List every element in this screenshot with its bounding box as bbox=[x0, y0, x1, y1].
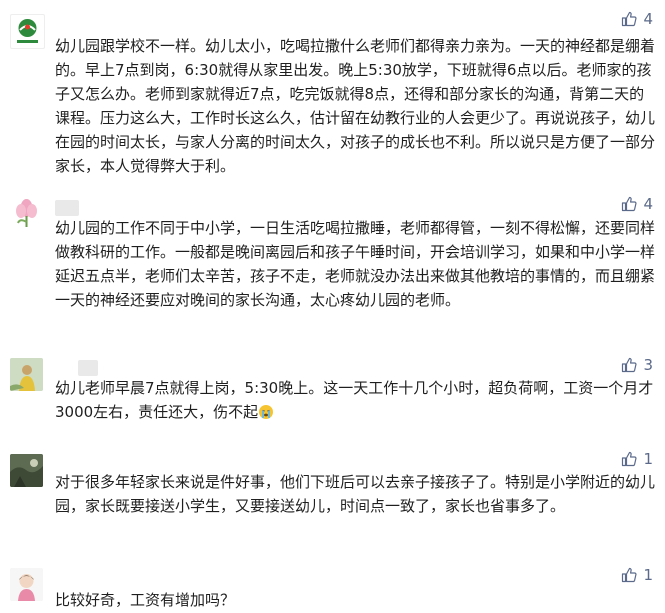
comment-text: 对于很多年轻家长来说是件好事，他们下班后可以去亲子接孩子了。特别是小学附近的幼儿… bbox=[55, 473, 656, 515]
like-button[interactable]: 1 bbox=[621, 450, 653, 468]
thumbs-up-icon bbox=[622, 196, 637, 212]
avatar[interactable] bbox=[10, 196, 43, 229]
blurred-username bbox=[78, 360, 98, 376]
thumbs-up-icon bbox=[622, 567, 637, 583]
comment-item: 4 幼儿园的工作不同于中小学，一日生活吃喝拉撒睡，老师都得管，一刻不得松懈，还要… bbox=[0, 190, 665, 350]
like-count: 4 bbox=[643, 195, 653, 213]
like-count: 3 bbox=[643, 356, 653, 374]
like-count: 4 bbox=[643, 10, 653, 28]
like-count: 1 bbox=[643, 450, 653, 468]
avatar[interactable] bbox=[10, 454, 43, 487]
thumbs-up-icon bbox=[622, 11, 637, 27]
like-count: 1 bbox=[643, 566, 653, 584]
comment-item: 1 比较好奇，工资有增加吗？ bbox=[0, 560, 665, 613]
comment-text: 幼儿老师早晨7点就得上岗，5:30晚上。这一天工作十几个小时，超负荷啊，工资一个… bbox=[55, 376, 655, 424]
like-button[interactable]: 3 bbox=[621, 356, 653, 374]
comment-item: 1 对于很多年轻家长来说是件好事，他们下班后可以去亲子接孩子了。特别是小学附近的… bbox=[0, 450, 665, 560]
comment-text: 比较好奇，工资有增加吗？ bbox=[55, 591, 236, 609]
comment-text: 幼儿园的工作不同于中小学，一日生活吃喝拉撒睡，老师都得管，一刻不得松懈，还要同样… bbox=[55, 219, 656, 309]
comment-text: 幼儿园跟学校不一样。幼儿太小，吃喝拉撒什么老师们都得亲力亲为。一天的神经都是绷着… bbox=[55, 37, 656, 175]
comment-item: 4 幼儿园跟学校不一样。幼儿太小，吃喝拉撒什么老师们都得亲力亲为。一天的神经都是… bbox=[0, 0, 665, 190]
comment-text-body: 幼儿老师早晨7点就得上岗，5:30晚上。这一天工作十几个小时，超负荷啊，工资一个… bbox=[55, 379, 654, 421]
like-button[interactable]: 4 bbox=[621, 10, 653, 28]
like-button[interactable]: 4 bbox=[621, 195, 653, 213]
comment-item: 3 幼儿老师早晨7点就得上岗，5:30晚上。这一天工作十几个小时，超负荷啊，工资… bbox=[0, 350, 665, 450]
like-button[interactable]: 1 bbox=[621, 566, 653, 584]
avatar[interactable] bbox=[10, 14, 45, 49]
thumbs-up-icon bbox=[622, 451, 637, 467]
blurred-username bbox=[55, 200, 79, 216]
thumbs-up-icon bbox=[622, 357, 637, 373]
avatar[interactable] bbox=[10, 358, 43, 391]
avatar[interactable] bbox=[10, 568, 43, 601]
crying-face-emoji-icon bbox=[258, 403, 274, 419]
